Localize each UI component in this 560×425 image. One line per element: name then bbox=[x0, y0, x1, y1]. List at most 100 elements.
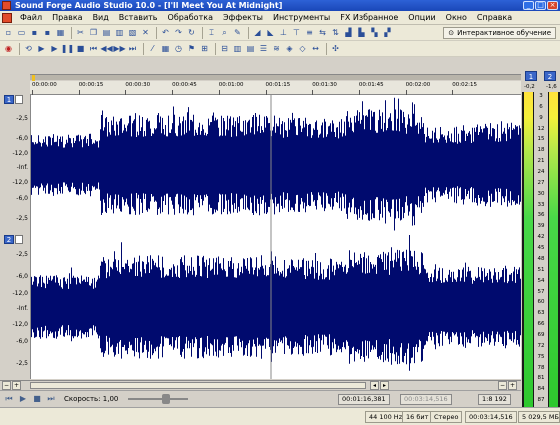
trim-icon[interactable]: ▧ bbox=[127, 27, 138, 38]
vu-icon[interactable]: ▥ bbox=[232, 43, 243, 54]
spectrum-icon[interactable]: ▤ bbox=[245, 43, 256, 54]
fade-in-icon[interactable]: ◢ bbox=[252, 27, 263, 38]
peak-readout[interactable]: -0,2 -1,6 bbox=[522, 84, 560, 92]
go-start-icon[interactable]: ⏮ bbox=[4, 394, 14, 404]
menu-effects[interactable]: Эффекты bbox=[218, 13, 268, 22]
menu-process[interactable]: Обработка bbox=[163, 13, 218, 22]
level-zoom-out-button[interactable]: − bbox=[498, 381, 507, 390]
channel-2-waveform[interactable] bbox=[30, 235, 521, 379]
cursor-position[interactable]: 00:01:16,381 bbox=[338, 394, 390, 405]
minimize-button[interactable]: _ bbox=[523, 1, 534, 10]
undo-icon[interactable]: ↶ bbox=[160, 27, 171, 38]
scroll-left-button[interactable]: ◂ bbox=[370, 381, 379, 390]
edit-tool-icon[interactable]: ⌶ bbox=[206, 27, 217, 38]
menu-fx-favorites[interactable]: FX Избранное bbox=[335, 13, 403, 22]
speed-knob[interactable] bbox=[162, 394, 171, 404]
close-button[interactable]: × bbox=[547, 1, 558, 10]
speed-slider[interactable] bbox=[128, 394, 189, 404]
stretch-icon[interactable]: ↔ bbox=[310, 43, 321, 54]
zoom-ratio[interactable]: 1:8 192 bbox=[478, 394, 511, 405]
play-icon[interactable]: ▶ bbox=[49, 43, 60, 54]
invert-icon[interactable]: ⇅ bbox=[330, 27, 341, 38]
record-icon[interactable]: ◉ bbox=[3, 43, 14, 54]
interactive-tutorial-button[interactable]: ⊙ Интерактивное обучение bbox=[443, 27, 556, 39]
zoom-in-button[interactable]: + bbox=[12, 381, 21, 390]
time-icon[interactable]: ◷ bbox=[173, 43, 184, 54]
play-icon[interactable]: ▶ bbox=[18, 394, 28, 404]
pause-icon[interactable]: ❚❚ bbox=[61, 43, 74, 54]
meter-channel-2-badge[interactable]: 2 bbox=[544, 71, 556, 81]
grid-icon[interactable]: ▦ bbox=[160, 43, 171, 54]
selection-end[interactable]: 00:03:14,516 bbox=[400, 394, 452, 405]
pencil-tool-icon[interactable]: ✎ bbox=[232, 27, 243, 38]
render-icon[interactable]: ▦ bbox=[55, 27, 66, 38]
loop-icon[interactable]: ⟲ bbox=[23, 43, 34, 54]
redo-icon[interactable]: ↷ bbox=[173, 27, 184, 38]
menu-edit[interactable]: Правка bbox=[47, 13, 87, 22]
stop-icon[interactable]: ■ bbox=[32, 394, 42, 404]
time-ruler[interactable]: 00:00:00 00:00:15 00:00:30 00:00:45 00:01:00… bbox=[30, 81, 521, 95]
fade-out-icon[interactable]: ◣ bbox=[265, 27, 276, 38]
delete-icon[interactable]: ✕ bbox=[140, 27, 151, 38]
region-icon[interactable]: ⊞ bbox=[199, 43, 210, 54]
tool-icon[interactable]: ✣ bbox=[330, 43, 341, 54]
dc-offset-icon[interactable]: ≡ bbox=[304, 27, 315, 38]
copy-icon[interactable]: ❐ bbox=[88, 27, 99, 38]
forward-icon[interactable]: ▶▶ bbox=[113, 43, 125, 54]
menu-help[interactable]: Справка bbox=[472, 13, 517, 22]
normalize-icon[interactable]: ⊥ bbox=[278, 27, 289, 38]
pan-icon[interactable]: ▞ bbox=[382, 27, 393, 38]
snap-icon[interactable]: ⁄ bbox=[147, 43, 158, 54]
channels-mode[interactable]: Стерео bbox=[430, 411, 463, 423]
save-as-icon[interactable]: ▪ bbox=[42, 27, 53, 38]
maximize-button[interactable]: □ bbox=[535, 1, 546, 10]
menu-options[interactable]: Опции bbox=[403, 13, 440, 22]
repeat-icon[interactable]: ↻ bbox=[186, 27, 197, 38]
chorus-icon[interactable]: ◇ bbox=[297, 43, 308, 54]
channel-2-badge[interactable]: 2 bbox=[4, 235, 14, 244]
cut-icon[interactable]: ✂ bbox=[75, 27, 86, 38]
menu-tools[interactable]: Инструменты bbox=[268, 13, 335, 22]
go-start-icon[interactable]: ⏮ bbox=[88, 43, 99, 54]
app-icon[interactable] bbox=[2, 1, 11, 10]
marker-icon[interactable]: ⚑ bbox=[186, 43, 197, 54]
eq-graph-icon[interactable]: ≋ bbox=[271, 43, 282, 54]
plugin-chain-icon[interactable]: ⊟ bbox=[219, 43, 230, 54]
paste-icon[interactable]: ▤ bbox=[101, 27, 112, 38]
menu-view[interactable]: Вид bbox=[88, 13, 114, 22]
level-zoom-in-button[interactable]: + bbox=[508, 381, 517, 390]
scroll-thumb[interactable] bbox=[30, 382, 366, 389]
go-end-icon[interactable]: ⏭ bbox=[127, 43, 138, 54]
stop-icon[interactable]: ■ bbox=[75, 43, 86, 54]
save-icon[interactable]: ▪ bbox=[29, 27, 40, 38]
mixer-icon[interactable]: ☰ bbox=[258, 43, 269, 54]
magnify-tool-icon[interactable]: ⌕ bbox=[219, 27, 230, 38]
new-file-icon[interactable]: ▫ bbox=[3, 27, 14, 38]
menu-insert[interactable]: Вставить bbox=[114, 13, 163, 22]
reverse-icon[interactable]: ⇆ bbox=[317, 27, 328, 38]
open-icon[interactable]: ▭ bbox=[16, 27, 27, 38]
bit-depth[interactable]: 16 бит bbox=[402, 411, 433, 423]
mix-icon[interactable]: ▥ bbox=[114, 27, 125, 38]
menu-file[interactable]: Файл bbox=[15, 13, 47, 22]
channel-1-badge[interactable]: 1 bbox=[4, 95, 14, 104]
volume-icon[interactable]: ⊤ bbox=[291, 27, 302, 38]
channel-2-toggle[interactable] bbox=[15, 235, 23, 244]
rewind-icon[interactable]: ◀◀ bbox=[100, 43, 112, 54]
zoom-out-button[interactable]: − bbox=[2, 381, 11, 390]
go-end-icon[interactable]: ⏭ bbox=[46, 394, 56, 404]
meter-channel-1-badge[interactable]: 1 bbox=[525, 71, 537, 81]
document-icon[interactable] bbox=[2, 12, 12, 23]
channel-1-waveform[interactable] bbox=[30, 95, 521, 235]
reverb-icon[interactable]: ◈ bbox=[284, 43, 295, 54]
mute-icon[interactable]: ▚ bbox=[369, 27, 380, 38]
sample-rate[interactable]: 44 100 Hz bbox=[365, 411, 407, 423]
eq-icon[interactable]: ▟ bbox=[343, 27, 354, 38]
menu-window[interactable]: Окно bbox=[441, 13, 472, 22]
insert-silence-icon[interactable]: ▙ bbox=[356, 27, 367, 38]
overview-bar[interactable] bbox=[30, 74, 521, 81]
play-all-icon[interactable]: ▶ bbox=[36, 43, 47, 54]
scroll-track[interactable] bbox=[30, 382, 366, 389]
horizontal-scrollbar[interactable]: − + ◂ ▸ − + bbox=[0, 380, 521, 390]
scroll-right-button[interactable]: ▸ bbox=[380, 381, 389, 390]
